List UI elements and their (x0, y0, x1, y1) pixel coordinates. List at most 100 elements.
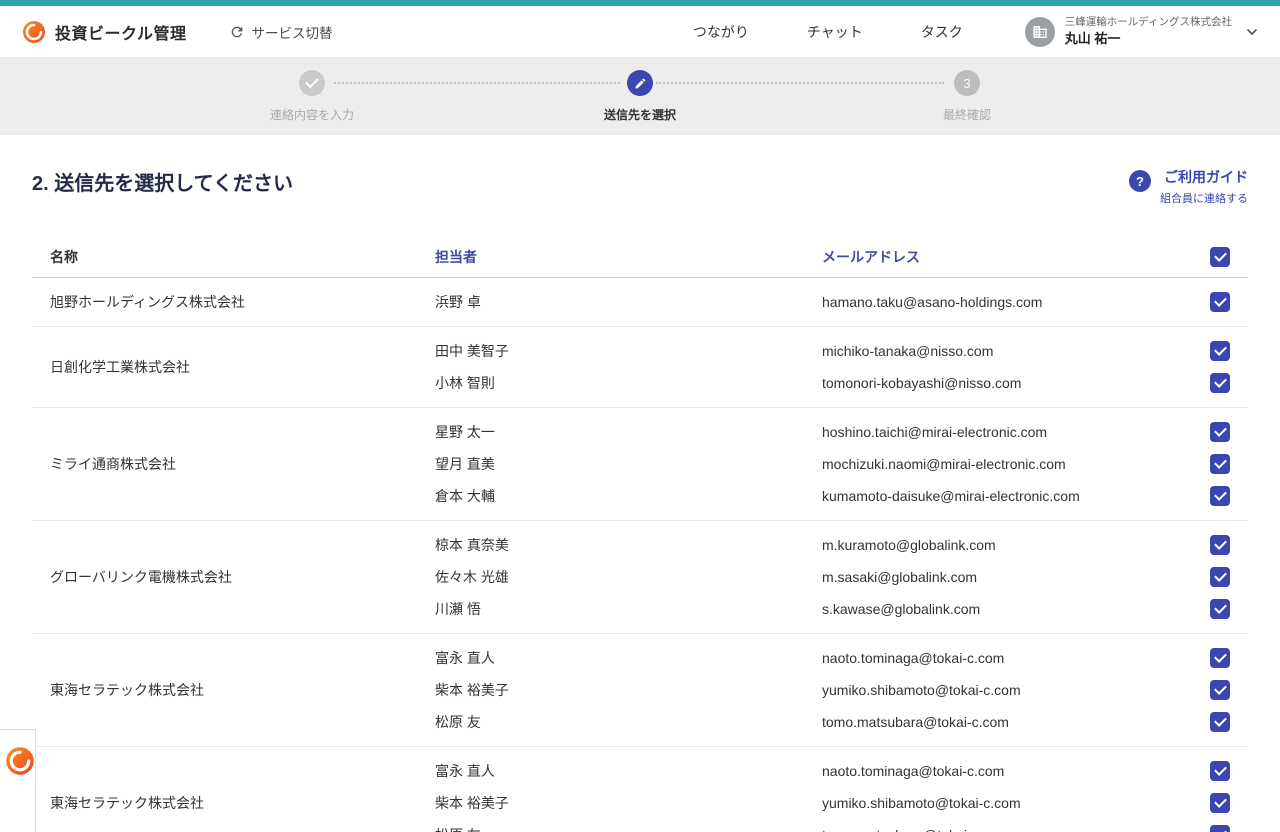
nav-item-connections[interactable]: つながり (693, 22, 749, 42)
contact-person: 椋本 真奈美 (435, 529, 822, 561)
recipient-checkbox[interactable] (1210, 793, 1230, 813)
help-icon: ? (1129, 170, 1151, 192)
step-2-label: 送信先を選択 (530, 106, 750, 123)
checkbox-cell (1178, 642, 1248, 738)
recipient-checkbox[interactable] (1210, 535, 1230, 555)
progress-stepper: 連絡内容を入力 送信先を選択 3 最終確認 (0, 58, 1280, 135)
contact-person: 倉本 大輔 (435, 480, 822, 512)
user-menu[interactable]: 三峰運輸ホールディングス株式会社 丸山 祐一 (1025, 16, 1258, 47)
person-cell: 椋本 真奈美佐々木 光雄川瀬 悟 (435, 529, 822, 625)
contact-email: mochizuki.naomi@mirai-electronic.com (822, 448, 1178, 480)
checkbox-line (1178, 367, 1248, 399)
email-cell: hoshino.taichi@mirai-electronic.commochi… (822, 416, 1178, 512)
step-3-label: 最終確認 (857, 106, 1077, 123)
checkbox-cell (1178, 755, 1248, 832)
contact-person: 田中 美智子 (435, 335, 822, 367)
nav-item-tasks[interactable]: タスク (921, 22, 963, 42)
checkbox-line (1178, 819, 1248, 832)
contact-person: 富永 直人 (435, 642, 822, 674)
checkbox-line (1178, 529, 1248, 561)
contact-person: 川瀬 悟 (435, 593, 822, 625)
company-name-cell: ミライ通商株式会社 (32, 416, 435, 512)
table-row: グローバリンク電機株式会社椋本 真奈美佐々木 光雄川瀬 悟m.kuramoto@… (32, 521, 1248, 634)
recipient-checkbox[interactable] (1210, 454, 1230, 474)
contact-email: tomo.matsubara@tokai-c.com (822, 706, 1178, 738)
checkbox-line (1178, 416, 1248, 448)
contact-email: hoshino.taichi@mirai-electronic.com (822, 416, 1178, 448)
step-2-select-recipients: 送信先を選択 (530, 70, 750, 123)
contact-email: hamano.taku@asano-holdings.com (822, 286, 1178, 318)
email-cell: naoto.tominaga@tokai-c.comyumiko.shibamo… (822, 755, 1178, 832)
chevron-down-icon (1246, 28, 1258, 36)
checkbox-line (1178, 674, 1248, 706)
select-all-checkbox[interactable] (1210, 247, 1230, 267)
recipient-checkbox[interactable] (1210, 567, 1230, 587)
recipient-table: 名称 担当者 メールアドレス 旭野ホールディングス株式会社浜野 卓hamano.… (32, 236, 1248, 832)
step-1-done-check-icon (299, 70, 325, 96)
person-cell: 田中 美智子小林 智則 (435, 335, 822, 399)
recipient-checkbox[interactable] (1210, 422, 1230, 442)
checkbox-line (1178, 642, 1248, 674)
contact-person: 望月 直美 (435, 448, 822, 480)
recipient-checkbox[interactable] (1210, 599, 1230, 619)
checkbox-line (1178, 593, 1248, 625)
nav-item-chat[interactable]: チャット (807, 22, 863, 42)
recipient-checkbox[interactable] (1210, 712, 1230, 732)
contact-email: kumamoto-daisuke@mirai-electronic.com (822, 480, 1178, 512)
user-name: 丸山 祐一 (1065, 31, 1232, 47)
contact-email: naoto.tominaga@tokai-c.com (822, 755, 1178, 787)
recipient-checkbox[interactable] (1210, 825, 1230, 832)
contact-person: 松原 友 (435, 706, 822, 738)
company-name-cell: 東海セラテック株式会社 (32, 642, 435, 738)
service-switch-button[interactable]: サービス切替 (229, 22, 333, 42)
step-1-label: 連絡内容を入力 (202, 106, 422, 123)
step-2-pencil-icon (627, 70, 653, 96)
refresh-icon (229, 24, 245, 40)
email-cell: michiko-tanaka@nisso.comtomonori-kobayas… (822, 335, 1178, 399)
contact-email: tomonori-kobayashi@nisso.com (822, 367, 1178, 399)
contact-email: s.kawase@globalink.com (822, 593, 1178, 625)
app-title: 投資ビークル管理 (55, 20, 187, 44)
step-3-final-confirmation: 3 最終確認 (857, 70, 1077, 123)
checkbox-line (1178, 787, 1248, 819)
recipient-checkbox[interactable] (1210, 341, 1230, 361)
contact-email: tomo.matsubara@tokai-c.com (822, 819, 1178, 832)
recipient-checkbox[interactable] (1210, 292, 1230, 312)
service-switch-label: サービス切替 (252, 22, 333, 42)
checkbox-line (1178, 286, 1248, 318)
guide-texts: ご利用ガイド 組合員に連絡する (1160, 167, 1248, 206)
step-1-enter-content: 連絡内容を入力 (202, 70, 422, 123)
checkbox-cell (1178, 416, 1248, 512)
guide-subtitle: 組合員に連絡する (1160, 190, 1248, 206)
column-header-name: 名称 (32, 247, 435, 267)
checkbox-cell (1178, 286, 1248, 318)
main-content: 2. 送信先を選択してください ? ご利用ガイド 組合員に連絡する 名称 担当者… (0, 135, 1280, 832)
checkbox-line (1178, 755, 1248, 787)
person-cell: 富永 直人柴本 裕美子松原 友 (435, 755, 822, 832)
user-company: 三峰運輸ホールディングス株式会社 (1065, 16, 1232, 29)
header-nav: つながり チャット タスク (693, 22, 963, 42)
recipient-checkbox[interactable] (1210, 648, 1230, 668)
column-header-person: 担当者 (435, 247, 822, 267)
contact-email: naoto.tominaga@tokai-c.com (822, 642, 1178, 674)
recipient-checkbox[interactable] (1210, 486, 1230, 506)
recipient-checkbox[interactable] (1210, 761, 1230, 781)
checkbox-line (1178, 335, 1248, 367)
person-cell: 浜野 卓 (435, 286, 822, 318)
recipient-checkbox[interactable] (1210, 373, 1230, 393)
app-logo[interactable]: 投資ビークル管理 (22, 20, 187, 44)
contact-person: 柴本 裕美子 (435, 674, 822, 706)
recipient-checkbox[interactable] (1210, 680, 1230, 700)
table-row: 日創化学工業株式会社田中 美智子小林 智則michiko-tanaka@niss… (32, 327, 1248, 408)
table-row: 東海セラテック株式会社富永 直人柴本 裕美子松原 友naoto.tominaga… (32, 747, 1248, 832)
footer-panel (0, 729, 36, 832)
usage-guide-link[interactable]: ? ご利用ガイド 組合員に連絡する (1129, 167, 1248, 206)
email-cell: hamano.taku@asano-holdings.com (822, 286, 1178, 318)
checkbox-line (1178, 706, 1248, 738)
column-header-email: メールアドレス (822, 247, 1178, 267)
checkbox-line (1178, 480, 1248, 512)
contact-person: 浜野 卓 (435, 286, 822, 318)
recipient-table-body: 旭野ホールディングス株式会社浜野 卓hamano.taku@asano-hold… (32, 278, 1248, 832)
step-3-number: 3 (954, 70, 980, 96)
contact-email: m.kuramoto@globalink.com (822, 529, 1178, 561)
